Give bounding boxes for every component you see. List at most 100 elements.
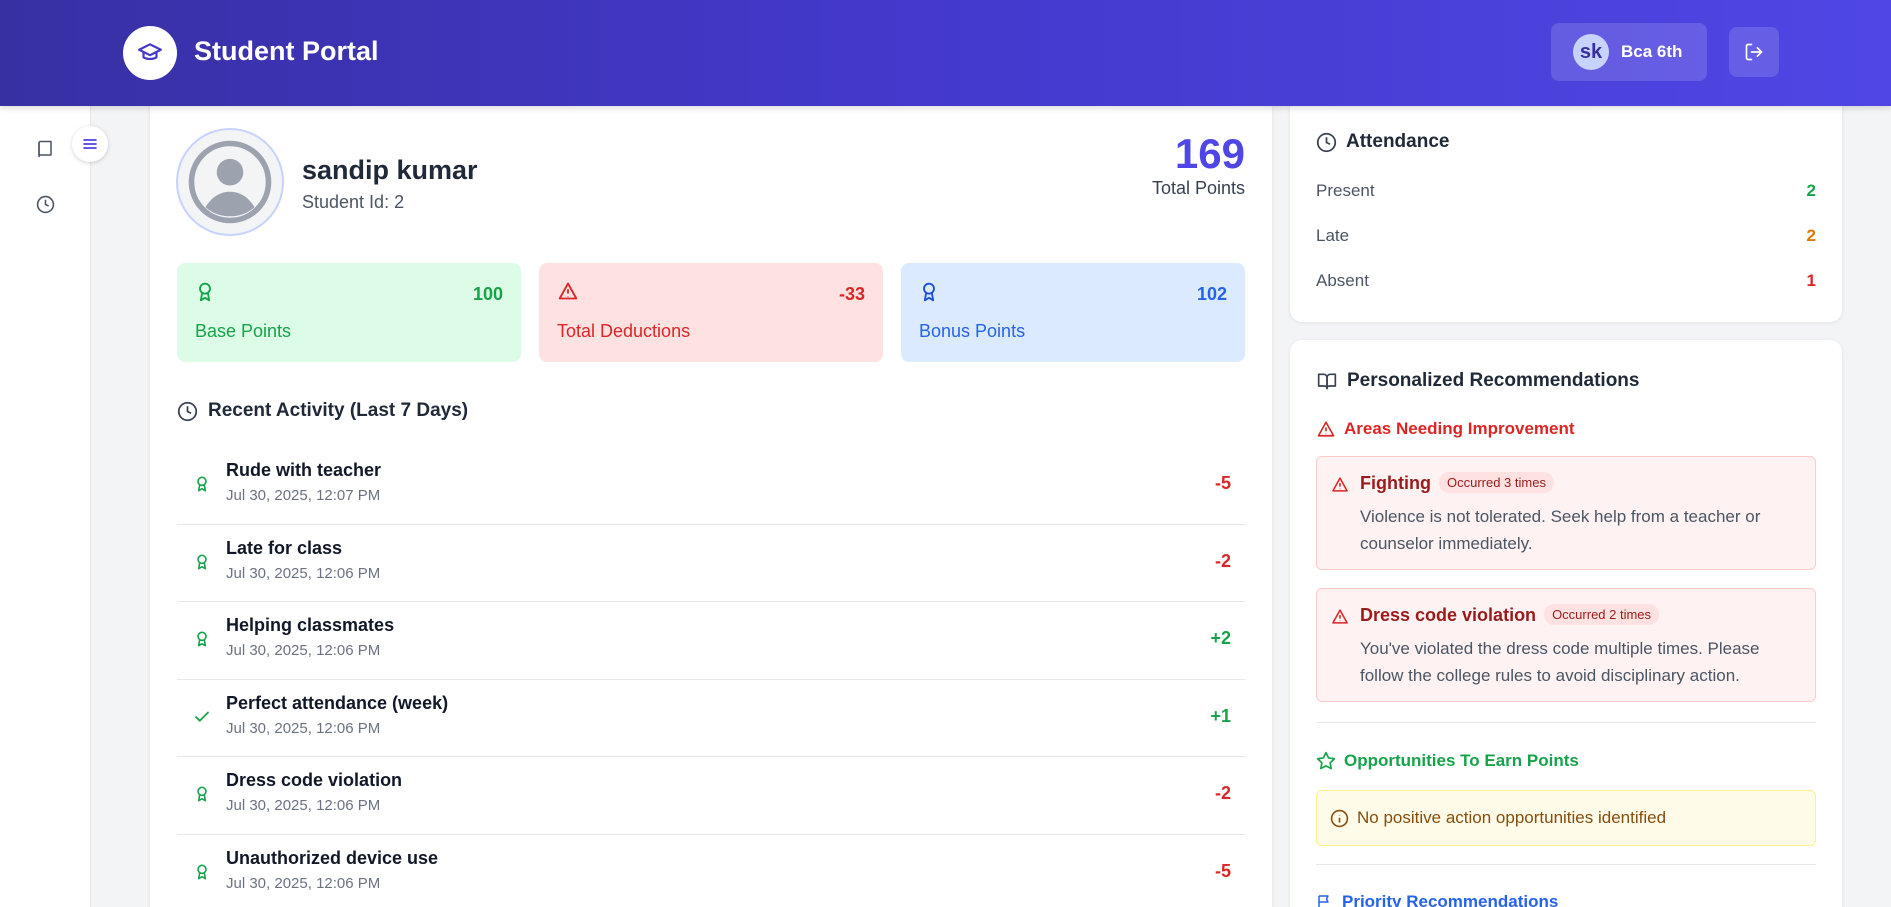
issue-title: Fighting <box>1360 473 1431 493</box>
student-summary-card: sandip kumar Student Id: 2 169 Total Poi… <box>150 96 1272 907</box>
activity-points: -5 <box>1214 473 1231 493</box>
deductions-card: -33 Total Deductions <box>539 263 883 362</box>
opportunities-note-text: No positive action opportunities identif… <box>1357 808 1667 827</box>
book-icon[interactable] <box>34 138 56 160</box>
occurrence-badge: Occurred 3 times <box>1438 472 1554 493</box>
attendance-label: Late <box>1316 226 1350 245</box>
award-icon <box>192 782 212 806</box>
attendance-value: 1 <box>1806 271 1816 290</box>
award-icon <box>919 281 941 303</box>
menu-toggle-button[interactable] <box>72 126 108 162</box>
user-icon <box>188 140 272 224</box>
priority-heading: Priority Recommendations <box>1316 892 1558 907</box>
opportunities-title: Opportunities To Earn Points <box>1344 751 1579 770</box>
base-points-value: 100 <box>472 284 503 304</box>
recommendations-heading: Personalized Recommendations <box>1316 370 1639 392</box>
info-icon <box>1330 809 1349 827</box>
attendance-row-absent: Absent 1 <box>1316 271 1816 295</box>
issue-text: Violence is not tolerated. Seek help fro… <box>1360 507 1761 553</box>
base-points-label: Base Points <box>195 321 292 341</box>
hamburger-icon <box>83 139 97 149</box>
activity-date: Jul 30, 2025, 12:06 PM <box>226 642 381 659</box>
total-points-value: 169 <box>1174 130 1245 177</box>
activity-points: -2 <box>1214 783 1231 803</box>
issue-title: Dress code violation <box>1360 605 1537 625</box>
recent-activity-heading: Recent Activity (Last 7 Days) <box>177 400 468 422</box>
warning-icon <box>1331 476 1349 498</box>
student-id: Student Id: 2 <box>302 192 405 212</box>
clock-icon <box>177 401 198 421</box>
occurrence-badge: Occurred 2 times <box>1544 604 1660 625</box>
attendance-row-late: Late 2 <box>1316 226 1816 250</box>
award-icon <box>192 860 212 884</box>
activity-title: Dress code violation <box>226 770 403 790</box>
profile-avatar <box>176 128 284 236</box>
bonus-points-label: Bonus Points <box>919 321 1026 341</box>
issue-card: Dress code violation Occurred 2 times You… <box>1316 588 1816 702</box>
activity-date: Jul 30, 2025, 12:06 PM <box>226 719 381 737</box>
app-title: Student Portal <box>194 36 379 66</box>
activity-list: Rude with teacher Jul 30, 2025, 12:07 PM… <box>177 447 1245 907</box>
bonus-points-value: 102 <box>1196 284 1227 304</box>
clock-icon[interactable] <box>34 193 56 215</box>
opportunities-heading: Opportunities To Earn Points <box>1316 751 1579 771</box>
clock-icon <box>1316 132 1337 152</box>
issue-title-wrap: Dress code violation Occurred 2 times <box>1360 604 1660 626</box>
activity-date: Jul 30, 2025, 12:06 PM <box>226 564 381 582</box>
avatar: sk <box>1573 34 1609 70</box>
activity-title: Unauthorized device use <box>226 847 439 868</box>
activity-title: Helping classmates <box>226 615 395 635</box>
activity-date: Jul 30, 2025, 12:06 PM <box>226 797 381 814</box>
graduation-cap-icon <box>123 26 177 80</box>
activity-date: Jul 30, 2025, 12:06 PM <box>226 874 381 892</box>
logout-icon <box>1745 43 1763 61</box>
award-icon <box>192 550 212 574</box>
issue-text: You've violated the dress code multiple … <box>1360 639 1760 685</box>
check-icon <box>192 705 212 729</box>
star-icon <box>1316 751 1336 770</box>
recommendations-title: Personalized Recommendations <box>1347 370 1640 391</box>
issue-title-wrap: Fighting Occurred 3 times <box>1360 472 1554 494</box>
logout-button[interactable] <box>1729 27 1779 77</box>
attendance-heading: Attendance <box>1316 131 1449 153</box>
activity-title: Late for class <box>226 537 343 558</box>
list-item: Unauthorized device use Jul 30, 2025, 12… <box>177 835 1245 907</box>
recent-activity-title: Recent Activity (Last 7 Days) <box>208 400 469 421</box>
open-book-icon <box>1317 373 1337 390</box>
activity-title: Rude with teacher <box>226 460 382 480</box>
improvement-title: Areas Needing Improvement <box>1344 419 1575 438</box>
activity-date: Jul 30, 2025, 12:07 PM <box>226 487 381 504</box>
attendance-row-present: Present 2 <box>1316 181 1816 205</box>
award-icon <box>192 627 212 651</box>
activity-points: -2 <box>1214 550 1231 571</box>
recommendations-card: Personalized Recommendations Areas Needi… <box>1290 340 1842 907</box>
list-item: Dress code violation Jul 30, 2025, 12:06… <box>177 757 1245 835</box>
warning-icon <box>557 281 579 303</box>
attendance-label: Present <box>1316 181 1375 200</box>
activity-title: Perfect attendance (week) <box>226 692 449 713</box>
deductions-value: -33 <box>838 284 865 304</box>
attendance-value: 2 <box>1806 181 1816 200</box>
attendance-title: Attendance <box>1346 131 1450 152</box>
divider <box>1316 722 1816 723</box>
total-points-label: Total Points <box>1151 178 1245 198</box>
user-menu-button[interactable]: sk Bca 6th <box>1551 23 1707 81</box>
base-points-card: 100 Base Points <box>177 263 521 362</box>
deductions-label: Total Deductions <box>557 321 691 341</box>
content-gutter <box>91 106 126 907</box>
top-header: Student Portal sk Bca 6th <box>0 0 1891 106</box>
divider <box>1316 864 1816 865</box>
priority-title: Priority Recommendations <box>1342 892 1559 907</box>
attendance-label: Absent <box>1316 271 1369 290</box>
activity-points: +1 <box>1210 705 1231 726</box>
list-item: Rude with teacher Jul 30, 2025, 12:07 PM… <box>177 447 1245 525</box>
attendance-card: Attendance Present 2 Late 2 Absent 1 <box>1290 96 1842 322</box>
issue-card: Fighting Occurred 3 times Violence is not… <box>1316 456 1816 570</box>
opportunities-note: No positive action opportunities identif… <box>1316 790 1816 846</box>
list-item: Late for class Jul 30, 2025, 12:06 PM -2 <box>177 525 1245 602</box>
list-item: Perfect attendance (week) Jul 30, 2025, … <box>177 680 1245 757</box>
warning-icon <box>1331 608 1349 630</box>
attendance-value: 2 <box>1806 226 1816 245</box>
sidebar <box>0 106 91 907</box>
activity-points: -5 <box>1214 860 1231 881</box>
